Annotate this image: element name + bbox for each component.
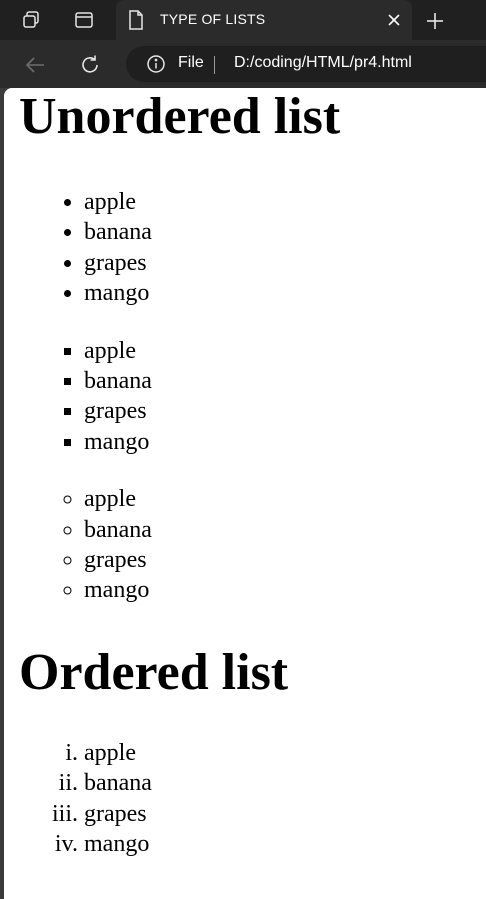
disc-list: apple banana grapes mango bbox=[19, 187, 486, 309]
heading-ordered: Ordered list bbox=[19, 643, 289, 701]
list-item: banana bbox=[84, 515, 486, 545]
list-item: banana bbox=[84, 768, 486, 798]
close-icon[interactable] bbox=[384, 10, 404, 30]
list-item: grapes bbox=[84, 545, 486, 575]
list-item: mango bbox=[84, 427, 486, 457]
list-item: banana bbox=[84, 366, 486, 396]
refresh-icon[interactable] bbox=[77, 52, 103, 78]
list-item: apple bbox=[84, 187, 486, 217]
page-content: Unordered list apple banana grapes mango… bbox=[4, 88, 486, 860]
list-item: grapes bbox=[84, 248, 486, 278]
info-icon[interactable] bbox=[146, 54, 166, 74]
tab-title: TYPE OF LISTS bbox=[160, 11, 266, 27]
new-tab-icon[interactable] bbox=[422, 8, 448, 34]
address-toolbar: File D:/coding/HTML/pr4.html bbox=[0, 40, 486, 88]
back-icon[interactable] bbox=[22, 52, 48, 78]
list-item: grapes bbox=[84, 799, 486, 829]
page-viewport: Unordered list apple banana grapes mango… bbox=[4, 88, 486, 899]
list-item: apple bbox=[84, 484, 486, 514]
roman-list: apple banana grapes mango bbox=[19, 738, 486, 860]
tab-actions-icon[interactable] bbox=[72, 8, 96, 32]
list-item: mango bbox=[84, 278, 486, 308]
list-item: grapes bbox=[84, 396, 486, 426]
workspaces-icon[interactable] bbox=[20, 8, 44, 32]
active-tab[interactable]: TYPE OF LISTS bbox=[116, 0, 412, 40]
heading-unordered: Unordered list bbox=[19, 88, 341, 145]
address-separator bbox=[214, 56, 215, 74]
list-item: apple bbox=[84, 336, 486, 366]
list-item: mango bbox=[84, 829, 486, 859]
address-bar[interactable]: File D:/coding/HTML/pr4.html bbox=[126, 46, 486, 82]
list-item: banana bbox=[84, 217, 486, 247]
tab-strip: TYPE OF LISTS bbox=[0, 0, 486, 40]
scheme-label: File bbox=[178, 54, 204, 71]
url-text[interactable]: D:/coding/HTML/pr4.html bbox=[234, 54, 412, 72]
document-icon bbox=[128, 10, 144, 35]
square-list: apple banana grapes mango bbox=[19, 336, 486, 458]
list-item: mango bbox=[84, 575, 486, 605]
list-item: apple bbox=[84, 738, 486, 768]
circle-list: apple banana grapes mango bbox=[19, 484, 486, 606]
